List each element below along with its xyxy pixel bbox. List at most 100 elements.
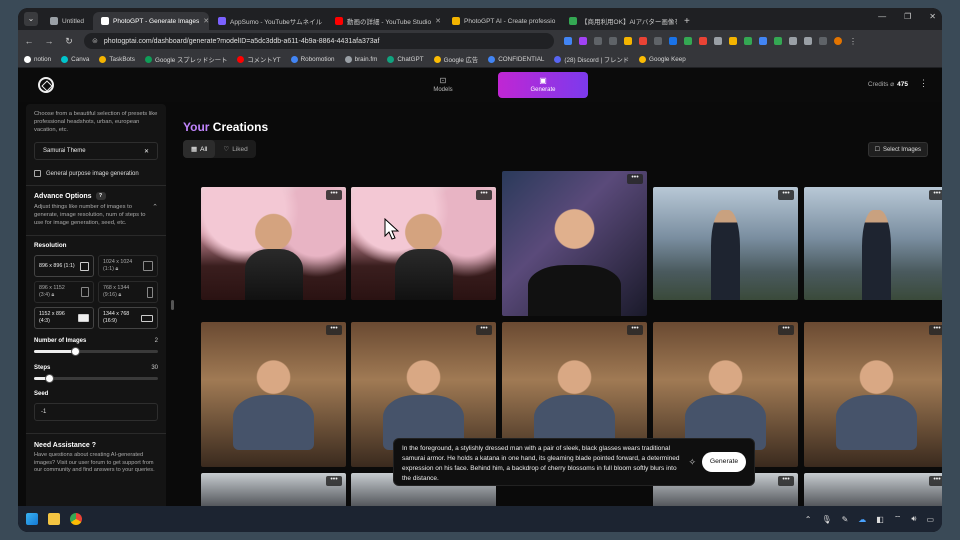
puzzle-icon[interactable] (804, 37, 812, 45)
site-info-icon[interactable]: ⊜ (92, 37, 98, 45)
theme-select[interactable]: Samurai Theme ✕ (34, 142, 158, 160)
generated-image[interactable]: ••• (201, 322, 346, 467)
extension-icon[interactable] (759, 37, 767, 45)
advance-options-header[interactable]: Advance Options? (34, 192, 158, 200)
more-options-icon[interactable]: ••• (326, 190, 342, 200)
extension-icon[interactable] (624, 37, 632, 45)
bookmark-item[interactable]: Google スプレッドシート (144, 55, 227, 64)
select-images-button[interactable]: ☐ Select Images (867, 142, 928, 157)
checkbox-box[interactable] (34, 170, 41, 177)
browser-tab[interactable]: AppSumo - YouTubeサムネイル✕ (210, 12, 326, 30)
more-options-icon[interactable]: ••• (778, 190, 794, 200)
extension-icon[interactable] (669, 37, 677, 45)
browser-tab[interactable]: Untitled (42, 12, 92, 30)
slider-handle[interactable] (44, 374, 54, 383)
pen-icon[interactable]: ✎ (842, 515, 849, 524)
more-options-icon[interactable]: ••• (778, 325, 794, 335)
clear-icon[interactable]: ✕ (144, 148, 149, 155)
more-options-icon[interactable]: ••• (326, 325, 342, 335)
extension-icon[interactable] (564, 37, 572, 45)
resolution-option[interactable]: 896 x 896 (1:1) (34, 255, 94, 277)
browser-tab[interactable]: 動画の詳細 - YouTube Studio ✕ (327, 12, 443, 30)
extension-icon[interactable] (789, 37, 797, 45)
more-vertical-icon[interactable]: ⋮ (919, 78, 928, 89)
more-options-icon[interactable]: ••• (476, 190, 492, 200)
generated-image[interactable]: ••• (502, 171, 647, 316)
generated-image[interactable]: ••• (201, 187, 346, 300)
minimize-icon[interactable]: — (878, 12, 886, 21)
tab-search-icon[interactable]: ⌄ (24, 12, 38, 26)
windows-start-icon[interactable] (26, 513, 38, 525)
tab-liked[interactable]: ♡ Liked (215, 140, 255, 158)
more-options-icon[interactable]: ••• (929, 190, 942, 200)
general-purpose-checkbox[interactable]: General purpose image generation (34, 170, 158, 177)
battery-icon[interactable]: ▭ (926, 515, 934, 524)
generated-image[interactable]: ••• (804, 187, 942, 300)
seed-input[interactable]: -1 (34, 403, 158, 421)
sidebar-resize-handle[interactable] (171, 300, 174, 310)
resolution-option[interactable]: 1344 x 768 (16:9) (98, 307, 158, 329)
avatar[interactable] (834, 37, 842, 45)
microphone-icon[interactable]: 🎙︎ (821, 515, 831, 524)
resolution-option[interactable]: 1024 x 1024 (1:1) 🔒︎ (98, 255, 158, 277)
extension-icon[interactable] (729, 37, 737, 45)
more-options-icon[interactable]: ••• (627, 325, 643, 335)
generate-button[interactable]: Generate (702, 452, 746, 472)
browser-tab[interactable]: 【商用利用OK】AIアバター画像を作 ✕ (561, 12, 677, 30)
prompt-bar[interactable]: In the foreground, a stylishly dressed m… (393, 438, 755, 486)
close-window-icon[interactable]: ✕ (929, 12, 936, 21)
bookmark-item[interactable]: brain.fm (344, 56, 377, 63)
num-images-slider[interactable] (34, 347, 158, 356)
bookmark-item[interactable]: CONFIDENTIAL (488, 56, 544, 63)
nav-models[interactable]: ⊡ Models (398, 72, 488, 98)
generated-image[interactable]: ••• (351, 187, 496, 300)
bookmark-item[interactable]: Robomotion (290, 56, 335, 63)
chevron-up-icon[interactable]: ⌃ (152, 203, 158, 211)
extension-icon[interactable] (654, 37, 662, 45)
maximize-icon[interactable]: ❐ (904, 12, 911, 21)
extension-icon[interactable] (774, 37, 782, 45)
app-icon[interactable]: ◧ (876, 515, 884, 524)
new-tab-button[interactable]: + (678, 16, 696, 30)
menu-icon[interactable]: ⋮ (849, 37, 857, 46)
resolution-option[interactable]: 768 x 1344 (9:16) 🔒︎ (98, 281, 158, 303)
more-options-icon[interactable]: ••• (778, 476, 794, 486)
file-explorer-icon[interactable] (48, 513, 60, 525)
bookmark-item[interactable]: ChatGPT (387, 56, 424, 63)
bookmark-item[interactable]: (28) Discord | フレンド (554, 55, 629, 64)
chevron-up-icon[interactable]: ⌃ (805, 515, 812, 524)
close-icon[interactable]: ✕ (203, 17, 209, 25)
extension-icon[interactable] (609, 37, 617, 45)
cloud-icon[interactable]: ☁ (858, 515, 866, 524)
slider-handle[interactable] (70, 347, 80, 356)
extension-icon[interactable] (744, 37, 752, 45)
help-icon[interactable]: ? (95, 192, 106, 200)
resolution-option[interactable]: 896 x 1152 (3:4) 🔒︎ (34, 281, 94, 303)
generated-image[interactable]: ••• (804, 322, 942, 467)
more-options-icon[interactable]: ••• (476, 325, 492, 335)
bookmark-item[interactable]: コメントYT (237, 55, 281, 64)
extension-icon[interactable] (579, 37, 587, 45)
steps-slider[interactable] (34, 374, 158, 383)
extension-icon[interactable] (684, 37, 692, 45)
bookmark-item[interactable]: Canva (61, 56, 89, 63)
wifi-icon[interactable]: ⌔ (894, 514, 902, 524)
nav-generate[interactable]: ▣ Generate (498, 72, 588, 98)
chrome-icon[interactable] (70, 513, 82, 525)
magic-wand-icon[interactable]: ✧ (688, 457, 696, 468)
prompt-input[interactable]: In the foreground, a stylishly dressed m… (402, 444, 682, 484)
more-options-icon[interactable]: ••• (627, 174, 643, 184)
url-input[interactable]: ⊜ photogptai.com/dashboard/generate?mode… (84, 33, 554, 49)
bookmark-item[interactable]: notion (24, 56, 51, 63)
tab-all[interactable]: ▦ All (183, 140, 216, 158)
resolution-option[interactable]: 1152 x 896 (4:3) (34, 307, 94, 329)
more-options-icon[interactable]: ••• (929, 476, 942, 486)
generated-image[interactable]: ••• (653, 187, 798, 300)
reload-icon[interactable]: ↻ (64, 36, 74, 47)
forward-icon[interactable]: → (44, 36, 54, 46)
photogpt-logo-icon[interactable] (38, 77, 54, 93)
bookmark-item[interactable]: Google 広告 (433, 55, 478, 64)
close-icon[interactable]: ✕ (435, 17, 441, 25)
back-icon[interactable]: ← (24, 36, 34, 46)
volume-icon[interactable]: 🔊︎ (911, 514, 916, 524)
